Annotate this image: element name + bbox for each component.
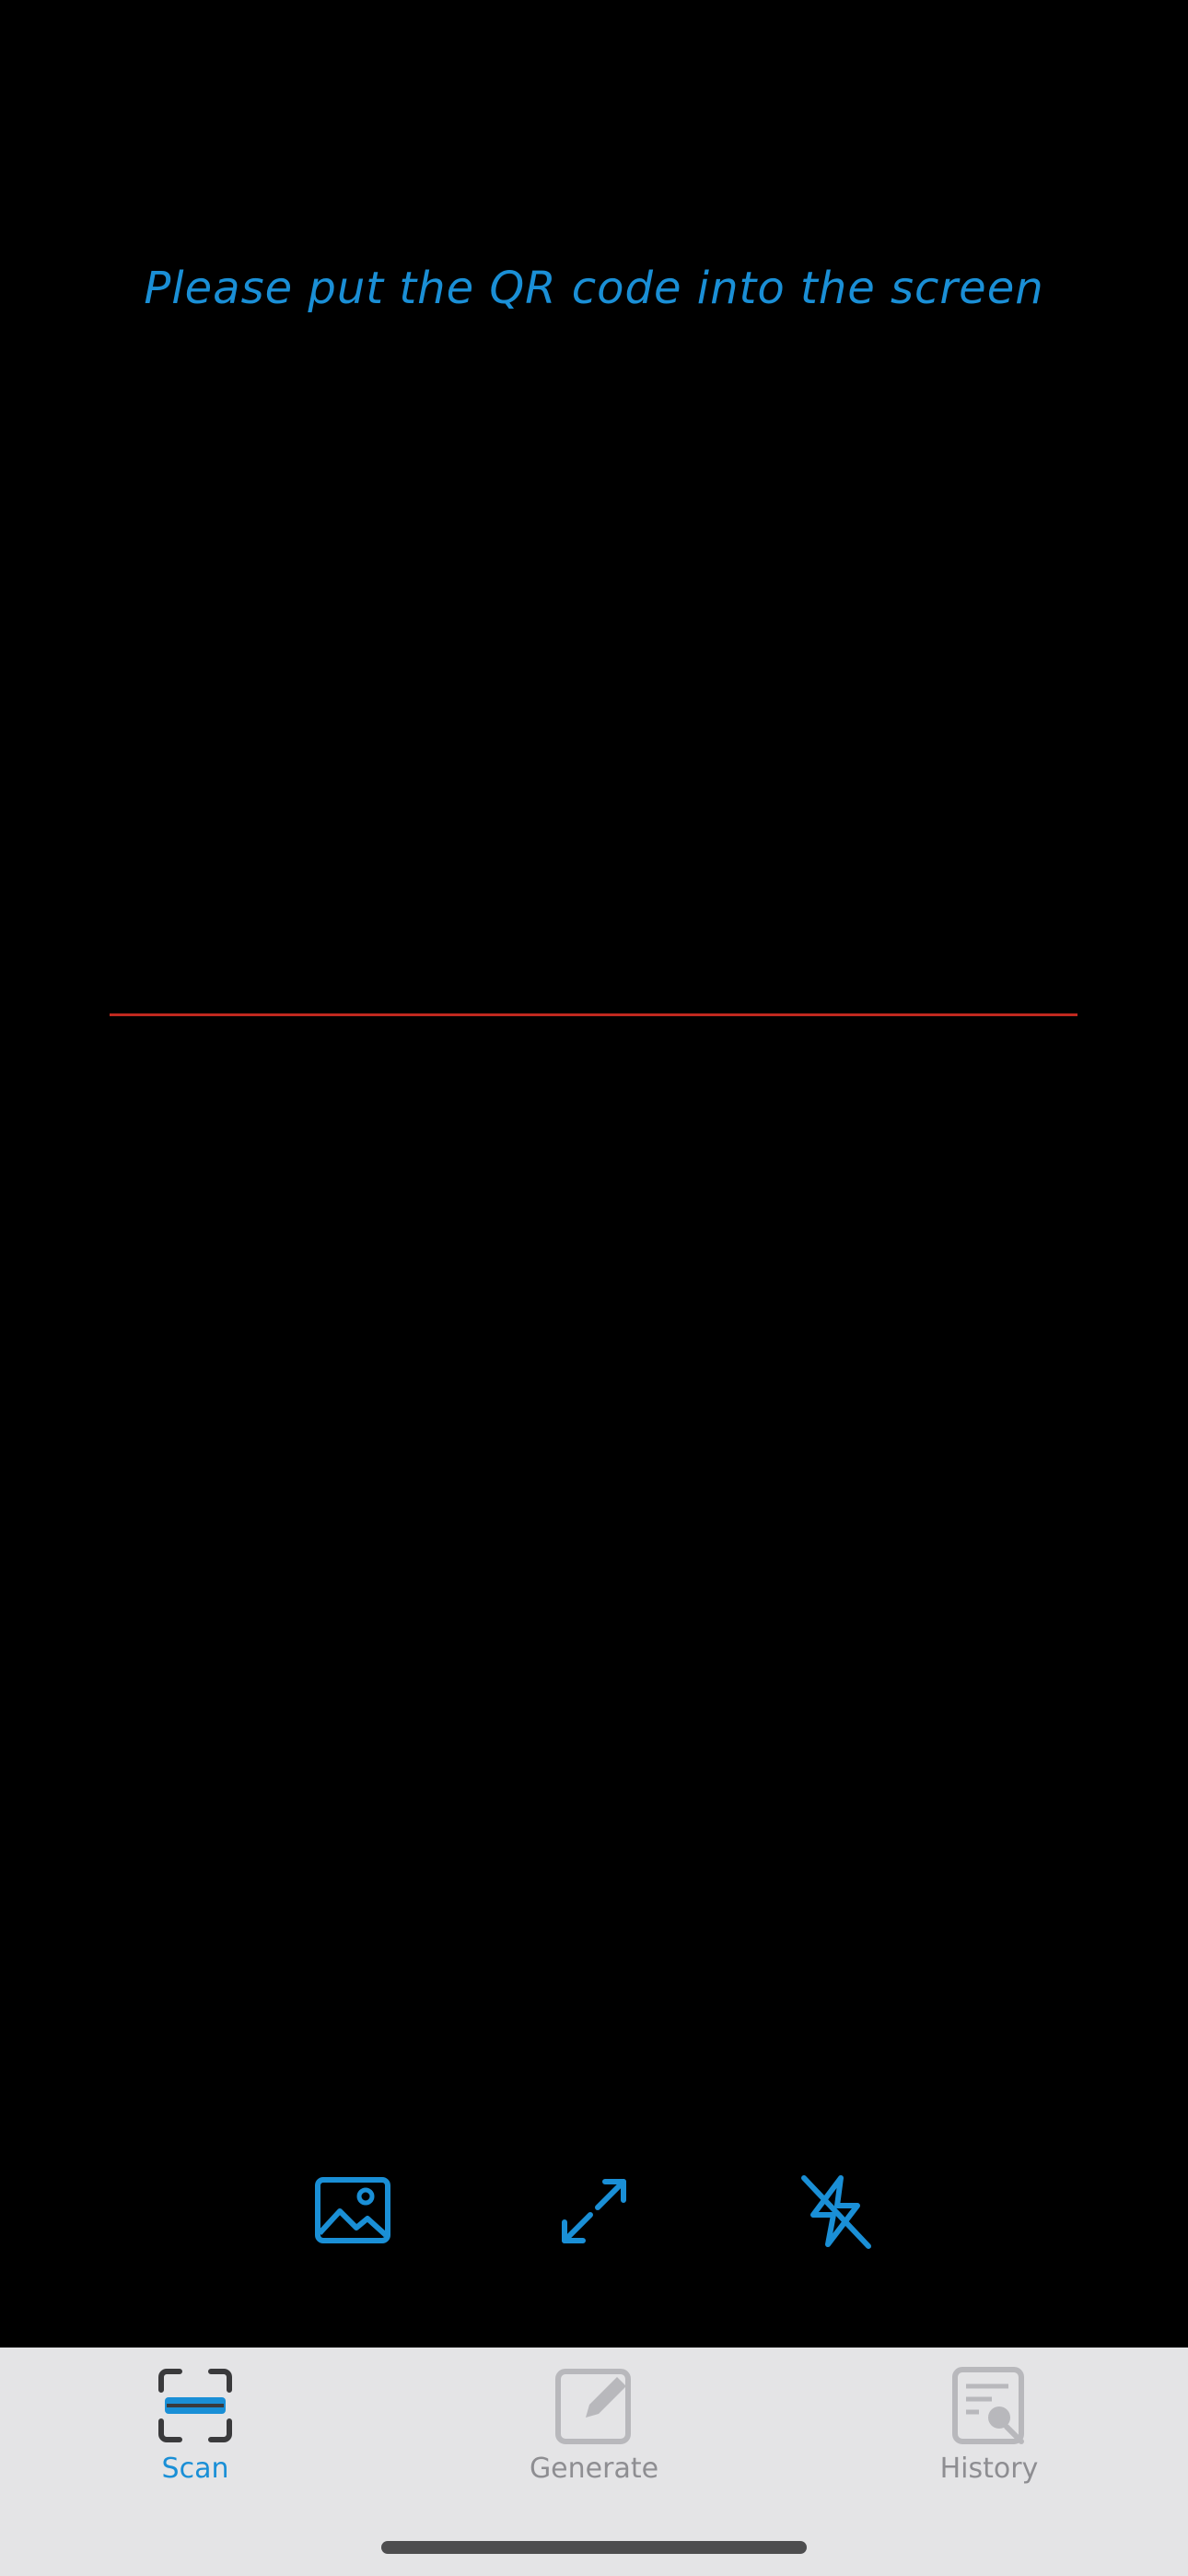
photo-icon <box>315 2177 390 2243</box>
scanner-screen: Please put the QR code into the screen S… <box>0 0 1188 2576</box>
scan-instruction: Please put the QR code into the screen <box>144 263 1044 314</box>
expand-arrows-icon <box>562 2179 626 2243</box>
scan-line <box>110 1013 1077 1016</box>
home-indicator[interactable] <box>381 2541 807 2554</box>
flash-off-icon <box>801 2175 871 2249</box>
tab-history[interactable]: History <box>879 2364 1100 2493</box>
tab-history-label: History <box>939 2453 1039 2485</box>
gallery-button[interactable] <box>307 2165 399 2257</box>
edit-square-icon <box>555 2369 631 2444</box>
fullscreen-button[interactable] <box>548 2165 640 2257</box>
scanner-controls <box>0 2165 1188 2257</box>
tab-scan[interactable]: Scan <box>85 2364 306 2493</box>
document-search-icon <box>952 2367 1024 2444</box>
flash-toggle-button[interactable] <box>789 2165 881 2257</box>
scan-icon <box>158 2369 232 2442</box>
tab-generate[interactable]: Generate <box>483 2364 705 2493</box>
tab-scan-label: Scan <box>161 2453 229 2485</box>
tab-generate-label: Generate <box>529 2453 659 2485</box>
